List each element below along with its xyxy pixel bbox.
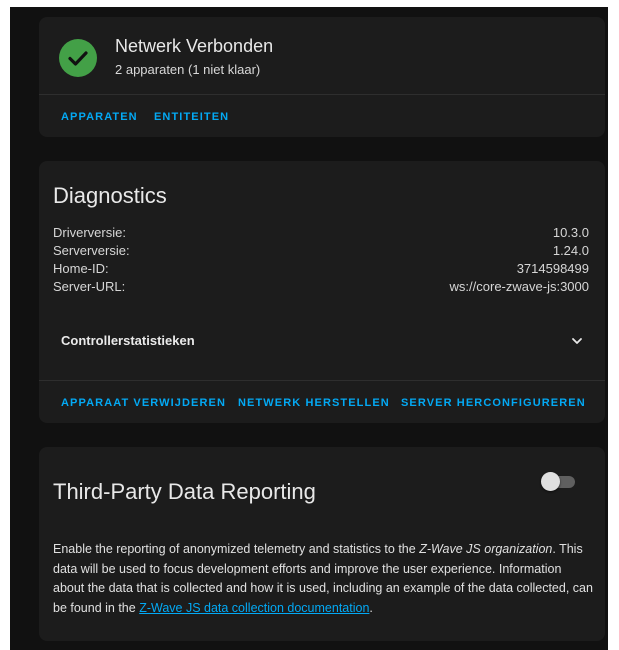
home-id-row: Home-ID: 3714598499	[53, 261, 589, 279]
check-circle-icon	[59, 39, 97, 77]
dashboard-panel: Netwerk Verbonden 2 apparaten (1 niet kl…	[10, 7, 608, 650]
data-reporting-title: Third-Party Data Reporting	[53, 479, 316, 504]
row-value: ws://core-zwave-js:3000	[449, 279, 589, 294]
divider	[39, 380, 605, 381]
data-collection-docs-link[interactable]: Z-Wave JS data collection documentation	[139, 601, 369, 615]
description-text: Enable the reporting of anonymized telem…	[53, 542, 420, 556]
reconfigure-server-button[interactable]: SERVER HERCONFIGUREREN	[401, 397, 586, 409]
controller-statistics-expander[interactable]: Controllerstatistieken	[39, 319, 605, 363]
network-status-card: Netwerk Verbonden 2 apparaten (1 niet kl…	[39, 17, 605, 137]
checkmark-icon	[68, 51, 88, 66]
network-status-subtitle: 2 apparaten (1 niet klaar)	[115, 62, 261, 77]
heal-network-button[interactable]: NETWERK HERSTELLEN	[238, 397, 390, 409]
diagnostics-title: Diagnostics	[53, 183, 167, 208]
server-url-row: Server-URL: ws://core-zwave-js:3000	[53, 279, 589, 297]
row-label: Server-URL:	[53, 279, 126, 294]
diagnostics-card: Diagnostics Driverversie: 10.3.0 Serverv…	[39, 161, 605, 423]
row-label: Home-ID:	[53, 261, 109, 276]
organization-name: Z-Wave JS organization	[419, 542, 553, 556]
row-value: 1.24.0	[552, 243, 589, 258]
data-reporting-card: Third-Party Data Reporting Enable the re…	[39, 447, 605, 641]
expander-label: Controllerstatistieken	[61, 333, 195, 348]
description-text: .	[369, 600, 373, 615]
chevron-down-icon	[572, 338, 582, 344]
divider	[39, 94, 605, 95]
entities-button[interactable]: ENTITEITEN	[154, 111, 229, 123]
remove-device-button[interactable]: APPARAAT VERWIJDEREN	[61, 397, 226, 409]
data-reporting-toggle[interactable]	[541, 472, 577, 491]
row-label: Serverversie:	[53, 243, 130, 258]
row-value: 3714598499	[516, 261, 589, 276]
driver-version-row: Driverversie: 10.3.0	[53, 225, 589, 243]
devices-button[interactable]: APPARATEN	[61, 111, 138, 123]
toggle-thumb	[541, 472, 560, 491]
data-reporting-description: Enable the reporting of anonymized telem…	[53, 540, 593, 618]
server-version-row: Serverversie: 1.24.0	[53, 243, 589, 261]
row-label: Driverversie:	[53, 225, 126, 240]
row-value: 10.3.0	[552, 225, 589, 240]
network-status-title: Netwerk Verbonden	[115, 36, 274, 56]
